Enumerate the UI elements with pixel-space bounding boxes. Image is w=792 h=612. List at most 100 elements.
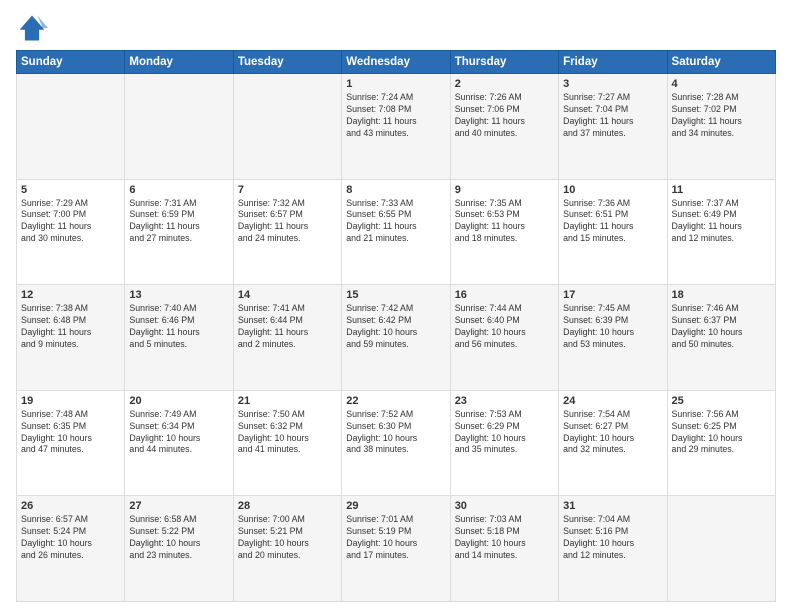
calendar-cell: 1 Sunrise: 7:24 AM Sunset: 7:08 PM Daylig…: [342, 74, 450, 180]
day-info: Sunrise: 7:28 AM Sunset: 7:02 PM Dayligh…: [672, 92, 771, 140]
day-info: Sunrise: 7:31 AM Sunset: 6:59 PM Dayligh…: [129, 198, 228, 246]
calendar-cell: 5 Sunrise: 7:29 AM Sunset: 7:00 PM Daylig…: [17, 179, 125, 285]
day-info: Sunrise: 7:36 AM Sunset: 6:51 PM Dayligh…: [563, 198, 662, 246]
day-number: 6: [129, 184, 228, 196]
day-number: 13: [129, 289, 228, 301]
weekday-header-wednesday: Wednesday: [342, 51, 450, 74]
day-number: 23: [455, 395, 554, 407]
day-number: 19: [21, 395, 120, 407]
day-number: 31: [563, 500, 662, 512]
calendar-cell: 29 Sunrise: 7:01 AM Sunset: 5:19 PM Dayli…: [342, 496, 450, 602]
calendar-cell: 20 Sunrise: 7:49 AM Sunset: 6:34 PM Dayli…: [125, 390, 233, 496]
calendar-cell: 2 Sunrise: 7:26 AM Sunset: 7:06 PM Daylig…: [450, 74, 558, 180]
page: SundayMondayTuesdayWednesdayThursdayFrid…: [0, 0, 792, 612]
logo: [16, 12, 52, 44]
day-number: 29: [346, 500, 445, 512]
day-info: Sunrise: 6:58 AM Sunset: 5:22 PM Dayligh…: [129, 514, 228, 562]
day-info: Sunrise: 7:48 AM Sunset: 6:35 PM Dayligh…: [21, 409, 120, 457]
day-info: Sunrise: 7:38 AM Sunset: 6:48 PM Dayligh…: [21, 303, 120, 351]
calendar-cell: 21 Sunrise: 7:50 AM Sunset: 6:32 PM Dayli…: [233, 390, 341, 496]
day-number: 9: [455, 184, 554, 196]
calendar-cell: 25Sunrise: 7:56 AM Sunset: 6:25 PM Dayli…: [667, 390, 775, 496]
day-number: 10: [563, 184, 662, 196]
day-info: Sunrise: 7:24 AM Sunset: 7:08 PM Dayligh…: [346, 92, 445, 140]
day-info: Sunrise: 7:35 AM Sunset: 6:53 PM Dayligh…: [455, 198, 554, 246]
day-number: 27: [129, 500, 228, 512]
calendar-cell: 3 Sunrise: 7:27 AM Sunset: 7:04 PM Daylig…: [559, 74, 667, 180]
weekday-header-monday: Monday: [125, 51, 233, 74]
day-number: 7: [238, 184, 337, 196]
day-number: 4: [672, 78, 771, 90]
day-number: 2: [455, 78, 554, 90]
calendar-week-row: 19 Sunrise: 7:48 AM Sunset: 6:35 PM Dayli…: [17, 390, 776, 496]
calendar-week-row: 1 Sunrise: 7:24 AM Sunset: 7:08 PM Daylig…: [17, 74, 776, 180]
day-info: Sunrise: 7:27 AM Sunset: 7:04 PM Dayligh…: [563, 92, 662, 140]
day-number: 24: [563, 395, 662, 407]
day-number: 8: [346, 184, 445, 196]
day-info: Sunrise: 6:57 AM Sunset: 5:24 PM Dayligh…: [21, 514, 120, 562]
calendar-cell: 17 Sunrise: 7:45 AM Sunset: 6:39 PM Dayli…: [559, 285, 667, 391]
day-info: Sunrise: 7:40 AM Sunset: 6:46 PM Dayligh…: [129, 303, 228, 351]
day-number: 26: [21, 500, 120, 512]
day-number: 22: [346, 395, 445, 407]
day-info: Sunrise: 7:37 AM Sunset: 6:49 PM Dayligh…: [672, 198, 771, 246]
calendar-cell: 27 Sunrise: 6:58 AM Sunset: 5:22 PM Dayli…: [125, 496, 233, 602]
calendar-cell: [233, 74, 341, 180]
calendar-week-row: 12Sunrise: 7:38 AM Sunset: 6:48 PM Dayli…: [17, 285, 776, 391]
weekday-header-row: SundayMondayTuesdayWednesdayThursdayFrid…: [17, 51, 776, 74]
day-info: Sunrise: 7:33 AM Sunset: 6:55 PM Dayligh…: [346, 198, 445, 246]
calendar-cell: 22 Sunrise: 7:52 AM Sunset: 6:30 PM Dayli…: [342, 390, 450, 496]
weekday-header-sunday: Sunday: [17, 51, 125, 74]
day-number: 14: [238, 289, 337, 301]
day-info: Sunrise: 7:49 AM Sunset: 6:34 PM Dayligh…: [129, 409, 228, 457]
weekday-header-tuesday: Tuesday: [233, 51, 341, 74]
calendar-cell: 13 Sunrise: 7:40 AM Sunset: 6:46 PM Dayli…: [125, 285, 233, 391]
day-info: Sunrise: 7:26 AM Sunset: 7:06 PM Dayligh…: [455, 92, 554, 140]
day-info: Sunrise: 7:54 AM Sunset: 6:27 PM Dayligh…: [563, 409, 662, 457]
day-number: 30: [455, 500, 554, 512]
weekday-header-saturday: Saturday: [667, 51, 775, 74]
day-number: 15: [346, 289, 445, 301]
day-number: 11: [672, 184, 771, 196]
logo-icon: [16, 12, 48, 44]
day-info: Sunrise: 7:41 AM Sunset: 6:44 PM Dayligh…: [238, 303, 337, 351]
day-info: Sunrise: 7:32 AM Sunset: 6:57 PM Dayligh…: [238, 198, 337, 246]
calendar-cell: [125, 74, 233, 180]
day-info: Sunrise: 7:03 AM Sunset: 5:18 PM Dayligh…: [455, 514, 554, 562]
calendar-cell: 26 Sunrise: 6:57 AM Sunset: 5:24 PM Dayli…: [17, 496, 125, 602]
day-info: Sunrise: 7:01 AM Sunset: 5:19 PM Dayligh…: [346, 514, 445, 562]
day-number: 28: [238, 500, 337, 512]
day-info: Sunrise: 7:53 AM Sunset: 6:29 PM Dayligh…: [455, 409, 554, 457]
day-info: Sunrise: 7:50 AM Sunset: 6:32 PM Dayligh…: [238, 409, 337, 457]
calendar-cell: 30 Sunrise: 7:03 AM Sunset: 5:18 PM Dayli…: [450, 496, 558, 602]
calendar-cell: 14 Sunrise: 7:41 AM Sunset: 6:44 PM Dayli…: [233, 285, 341, 391]
calendar-cell: 9 Sunrise: 7:35 AM Sunset: 6:53 PM Daylig…: [450, 179, 558, 285]
day-number: 20: [129, 395, 228, 407]
calendar-cell: 8 Sunrise: 7:33 AM Sunset: 6:55 PM Daylig…: [342, 179, 450, 285]
calendar-cell: 28Sunrise: 7:00 AM Sunset: 5:21 PM Dayli…: [233, 496, 341, 602]
day-number: 16: [455, 289, 554, 301]
calendar-cell: 11 Sunrise: 7:37 AM Sunset: 6:49 PM Dayli…: [667, 179, 775, 285]
day-number: 21: [238, 395, 337, 407]
day-number: 18: [672, 289, 771, 301]
header: [16, 12, 776, 44]
day-number: 1: [346, 78, 445, 90]
calendar-cell: 18Sunrise: 7:46 AM Sunset: 6:37 PM Dayli…: [667, 285, 775, 391]
calendar-cell: [17, 74, 125, 180]
calendar-cell: 23 Sunrise: 7:53 AM Sunset: 6:29 PM Dayli…: [450, 390, 558, 496]
calendar-week-row: 5 Sunrise: 7:29 AM Sunset: 7:00 PM Daylig…: [17, 179, 776, 285]
day-number: 5: [21, 184, 120, 196]
calendar-cell: [667, 496, 775, 602]
day-info: Sunrise: 7:45 AM Sunset: 6:39 PM Dayligh…: [563, 303, 662, 351]
calendar-cell: 6 Sunrise: 7:31 AM Sunset: 6:59 PM Daylig…: [125, 179, 233, 285]
day-info: Sunrise: 7:52 AM Sunset: 6:30 PM Dayligh…: [346, 409, 445, 457]
calendar-week-row: 26 Sunrise: 6:57 AM Sunset: 5:24 PM Dayli…: [17, 496, 776, 602]
calendar-cell: 10 Sunrise: 7:36 AM Sunset: 6:51 PM Dayli…: [559, 179, 667, 285]
day-number: 17: [563, 289, 662, 301]
weekday-header-thursday: Thursday: [450, 51, 558, 74]
day-info: Sunrise: 7:56 AM Sunset: 6:25 PM Dayligh…: [672, 409, 771, 457]
day-info: Sunrise: 7:44 AM Sunset: 6:40 PM Dayligh…: [455, 303, 554, 351]
day-info: Sunrise: 7:29 AM Sunset: 7:00 PM Dayligh…: [21, 198, 120, 246]
day-number: 3: [563, 78, 662, 90]
calendar-cell: 19 Sunrise: 7:48 AM Sunset: 6:35 PM Dayli…: [17, 390, 125, 496]
